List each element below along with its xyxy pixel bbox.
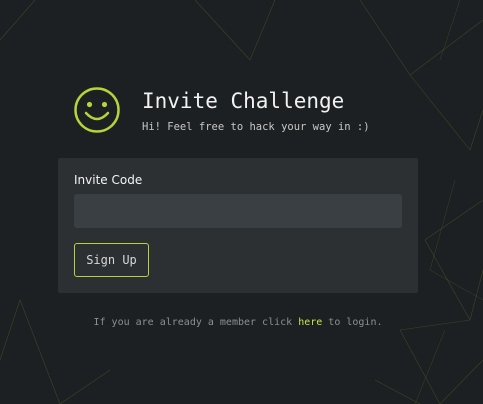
login-prompt: If you are already a member click here t… — [0, 316, 476, 330]
sign-up-button[interactable]: Sign Up — [74, 243, 149, 277]
page-subtitle: Hi! Feel free to hack your way in :) — [142, 121, 370, 133]
smiley-face-icon — [74, 87, 120, 133]
invite-code-input[interactable] — [74, 194, 402, 228]
invite-code-label: Invite Code — [74, 173, 143, 187]
page: Invite Challenge Hi! Feel free to hack y… — [0, 0, 483, 404]
login-link[interactable]: here — [298, 317, 322, 328]
invite-form-card: Invite Code Sign Up — [58, 158, 418, 293]
login-prompt-prefix: If you are already a member click — [93, 317, 299, 328]
header: Invite Challenge Hi! Feel free to hack y… — [73, 86, 413, 134]
login-prompt-suffix: to login. — [322, 317, 383, 328]
page-title: Invite Challenge — [142, 89, 345, 113]
